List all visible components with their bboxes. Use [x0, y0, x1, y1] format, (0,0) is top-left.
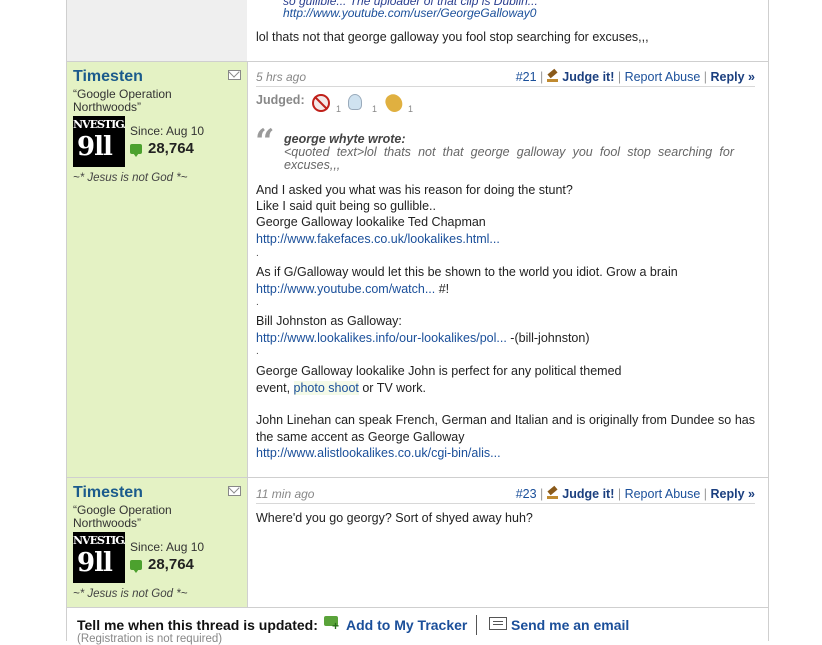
- judge-it-button[interactable]: Judge it!: [562, 487, 614, 501]
- judged-label: Judged:: [256, 93, 305, 107]
- tracker-icon[interactable]: [324, 616, 342, 633]
- footer-divider: [67, 607, 768, 608]
- user-points: 28,764: [130, 140, 194, 157]
- user-title: “Google Operation Northwoods”: [73, 503, 172, 530]
- username[interactable]: Timesten: [73, 68, 143, 86]
- post-line: As if G/Galloway would let this be shown…: [256, 265, 678, 279]
- header-divider: [256, 86, 755, 87]
- post-text: event,: [256, 381, 294, 395]
- post-21-sidebar: Timesten “Google Operation Northwoods” N…: [67, 62, 248, 477]
- header-divider: [256, 503, 755, 504]
- reply-button[interactable]: Reply »: [711, 487, 755, 501]
- gavel-icon: [546, 488, 559, 500]
- previous-post-body: lol thats not that george galloway you f…: [256, 30, 649, 44]
- vertical-separator: [476, 615, 477, 635]
- disagree-icon[interactable]: [312, 94, 330, 112]
- registration-note: (Registration is not required): [77, 633, 223, 645]
- avatar-text-big: 9ll: [77, 132, 113, 162]
- post-number-link[interactable]: #23: [516, 487, 537, 501]
- quote-author: george whyte wrote:: [284, 132, 406, 146]
- points-icon: [130, 144, 142, 157]
- post-actions: #21 | Judge it! | Report Abuse | Reply »: [515, 70, 755, 84]
- post-text: or TV work.: [358, 381, 427, 395]
- post-link[interactable]: http://www.lookalikes.info/our-lookalike…: [256, 331, 507, 345]
- user-points: 28,764: [130, 556, 194, 573]
- quote-text: <quoted text>lol thats not that george g…: [284, 145, 734, 172]
- post-number-link[interactable]: #21: [516, 70, 537, 84]
- report-abuse-link[interactable]: Report Abuse: [625, 70, 701, 84]
- peanut-icon[interactable]: [382, 91, 406, 115]
- avatar-text-top: NVESTIGAT: [73, 118, 125, 131]
- avatar[interactable]: NVESTIGAT 9ll: [73, 116, 125, 167]
- post-actions: #23 | Judge it! | Report Abuse | Reply »: [515, 487, 755, 501]
- post-line: George Galloway lookalike John is perfec…: [256, 364, 622, 378]
- sidebar-previous-post: [67, 0, 247, 61]
- points-value: 28,764: [148, 556, 194, 573]
- post-23-sidebar: Timesten “Google Operation Northwoods” N…: [67, 478, 248, 607]
- mail-icon[interactable]: [228, 70, 241, 80]
- quote-icon: “: [255, 122, 275, 162]
- post-body: Where'd you go georgy? Sort of shyed awa…: [256, 511, 533, 525]
- dot-separator: .: [256, 346, 259, 357]
- signature: ~* Jesus is not God *~: [73, 172, 188, 184]
- post-link[interactable]: http://www.youtube.com/watch...: [256, 282, 435, 296]
- member-since: Since: Aug 10: [130, 124, 205, 138]
- member-since: Since: Aug 10: [130, 540, 205, 554]
- post-line: George Galloway lookalike Ted Chapman: [256, 215, 486, 229]
- dot-separator: .: [256, 248, 259, 259]
- judged-count: 1: [372, 104, 378, 114]
- post-link[interactable]: http://www.alistlookalikes.co.uk/cgi-bin…: [256, 445, 501, 462]
- thread-update-label: Tell me when this thread is updated:: [77, 617, 318, 633]
- lightbulb-icon[interactable]: [348, 94, 362, 110]
- judge-it-button[interactable]: Judge it!: [562, 70, 614, 84]
- avatar[interactable]: NVESTIGAT 9ll: [73, 532, 125, 583]
- post-link-line: http://www.youtube.com/watch... #!: [256, 281, 755, 298]
- post-line: And I asked you what was his reason for …: [256, 183, 573, 197]
- reply-button[interactable]: Reply »: [711, 70, 755, 84]
- avatar-text-top: NVESTIGAT: [73, 534, 125, 547]
- post-line: event, photo shoot or TV work.: [256, 380, 755, 397]
- post-time: 5 hrs ago: [256, 70, 307, 84]
- gavel-icon: [546, 71, 559, 83]
- post-link-line: http://www.lookalikes.info/our-lookalike…: [256, 330, 755, 347]
- judged-count: 1: [336, 104, 342, 114]
- points-value: 28,764: [148, 140, 194, 157]
- post-line: Like I said quit being so gullible..: [256, 199, 436, 213]
- frame-right-border: [768, 0, 769, 641]
- post-time: 11 min ago: [256, 487, 315, 501]
- post-link[interactable]: http://www.fakefaces.co.uk/lookalikes.ht…: [256, 231, 500, 248]
- username[interactable]: Timesten: [73, 484, 143, 502]
- post-paragraph: John Linehan can speak French, German an…: [256, 413, 755, 444]
- photo-shoot-link[interactable]: photo shoot: [293, 381, 359, 395]
- post-text: -(bill-johnston): [506, 331, 590, 345]
- avatar-text-big: 9ll: [77, 548, 113, 578]
- report-abuse-link[interactable]: Report Abuse: [625, 487, 701, 501]
- post-line: Bill Johnston as Galloway:: [256, 314, 402, 328]
- judged-count: 1: [408, 104, 414, 114]
- points-icon: [130, 560, 142, 573]
- previous-post-link[interactable]: http://www.youtube.com/user/GeorgeGallow…: [283, 6, 536, 20]
- user-title: “Google Operation Northwoods”: [73, 87, 172, 114]
- add-to-tracker-button[interactable]: Add to My Tracker: [346, 617, 467, 633]
- dot-separator: .: [256, 297, 259, 308]
- send-email-button[interactable]: Send me an email: [511, 617, 629, 633]
- signature: ~* Jesus is not God *~: [73, 588, 188, 600]
- mail-icon[interactable]: [228, 486, 241, 496]
- email-icon[interactable]: [489, 617, 507, 630]
- post-text: #!: [435, 282, 450, 296]
